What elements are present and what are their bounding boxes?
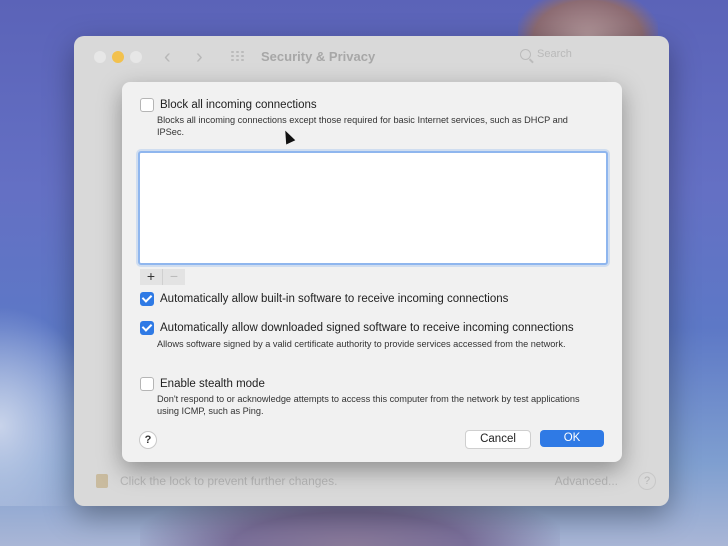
auto-signed-description: Allows software signed by a valid certif… (157, 339, 566, 349)
auto-signed-row[interactable]: Automatically allow downloaded signed so… (140, 321, 574, 335)
lock-hint-text: Click the lock to prevent further change… (120, 474, 338, 488)
cancel-button[interactable]: Cancel (465, 430, 531, 449)
firewall-options-sheet: Block all incoming connections Blocks al… (122, 82, 622, 462)
window-titlebar: ‹ › Security & Privacy Search (74, 36, 669, 78)
add-app-button[interactable]: + (140, 269, 162, 285)
show-all-grid-icon[interactable] (230, 50, 246, 62)
sheet-help-button[interactable]: ? (139, 431, 157, 449)
auto-builtin-row[interactable]: Automatically allow built-in software to… (140, 292, 508, 306)
stealth-label: Enable stealth mode (160, 378, 265, 390)
search-field[interactable]: Search (520, 48, 572, 60)
remove-app-button[interactable]: − (162, 269, 185, 285)
zoom-window-button[interactable] (130, 51, 142, 63)
auto-signed-label: Automatically allow downloaded signed so… (160, 322, 574, 334)
ok-button[interactable]: OK (540, 430, 604, 447)
auto-builtin-checkbox[interactable] (140, 292, 154, 306)
auto-builtin-label: Automatically allow built-in software to… (160, 293, 509, 305)
forward-arrow-icon[interactable]: › (196, 46, 203, 69)
window-bottom-bar: Click the lock to prevent further change… (96, 472, 656, 490)
window-help-button[interactable]: ? (638, 472, 656, 490)
advanced-button[interactable]: Advanced... (555, 474, 618, 488)
back-arrow-icon[interactable]: ‹ (164, 46, 171, 69)
firewall-app-list[interactable] (138, 151, 608, 265)
block-all-description: Blocks all incoming connections except t… (157, 115, 568, 137)
search-icon (520, 48, 531, 60)
stealth-description: Don't respond to or acknowledge attempts… (157, 394, 580, 416)
add-remove-control: + − (140, 269, 185, 285)
minimize-window-button[interactable] (112, 51, 124, 63)
block-all-label: Block all incoming connections (160, 99, 317, 111)
stealth-row[interactable]: Enable stealth mode (140, 377, 265, 391)
block-all-row[interactable]: Block all incoming connections (140, 98, 317, 112)
stealth-checkbox[interactable] (140, 377, 154, 391)
block-all-checkbox[interactable] (140, 98, 154, 112)
auto-signed-checkbox[interactable] (140, 321, 154, 335)
window-title: Security & Privacy (261, 49, 376, 64)
lock-icon[interactable] (96, 474, 108, 488)
close-window-button[interactable] (94, 51, 106, 63)
search-placeholder: Search (537, 48, 572, 60)
